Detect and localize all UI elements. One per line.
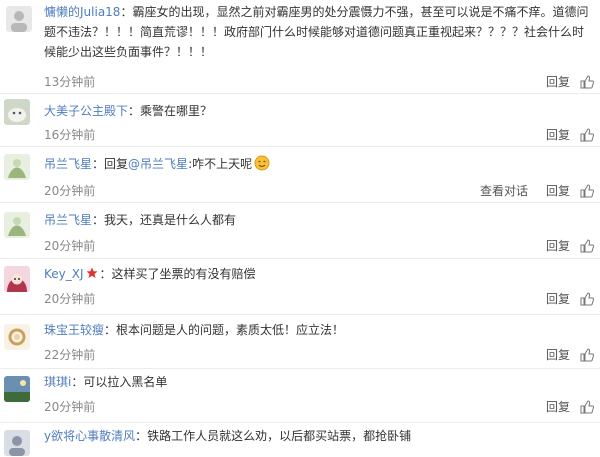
comment-username[interactable]: Key_XJ [44, 267, 84, 281]
username-separator: ： [135, 429, 148, 443]
comment-item: 吊兰飞星：回复@吊兰飞星:咋不上天呢 20分钟前 查看对话 回复 [0, 146, 600, 203]
comment-username[interactable]: 吊兰飞星 [44, 213, 92, 227]
comment-text: 根本问题是人的问题，素质太低！应立法！ [116, 323, 345, 337]
comment-time: 20分钟前 [44, 292, 96, 306]
comment-item: 珠宝王较瘦：根本问题是人的问题，素质太低！应立法！ 22分钟前 回复 [0, 314, 600, 369]
comment-list: 慵懒的Julia18：霸座女的出现，显然之前对霸座男的处分震慑力不强，甚至可以说… [0, 0, 600, 457]
comment-text: :咋不上天呢 [188, 157, 253, 171]
username-separator: ： [128, 104, 141, 118]
username-separator: ： [104, 323, 117, 337]
avatar[interactable] [4, 266, 30, 292]
reply-button[interactable]: 回复 [546, 346, 570, 363]
avatar[interactable] [4, 154, 30, 180]
username-separator: ： [92, 157, 105, 171]
comment-time: 13分钟前 [44, 75, 96, 89]
avatar[interactable] [4, 99, 30, 125]
comment-text: 乘警在哪里？ [140, 104, 213, 118]
comment-username[interactable]: y欲将心事散清风 [44, 429, 135, 443]
like-icon[interactable] [580, 347, 595, 362]
avatar[interactable] [6, 6, 32, 32]
comment-username[interactable]: 大美子公主殿下 [44, 104, 128, 118]
reply-button[interactable]: 回复 [546, 237, 570, 254]
view-conversation-button[interactable]: 查看对话 [480, 182, 528, 199]
comment-text: 可以拉入黑名单 [83, 375, 168, 389]
username-separator: ： [71, 375, 84, 389]
like-icon[interactable] [580, 291, 595, 306]
comment-item: 琪琪i：可以拉入黑名单 20分钟前 回复 [0, 368, 600, 423]
like-icon[interactable] [580, 74, 595, 89]
comment-item: 大美子公主殿下：乘警在哪里？ 16分钟前 回复 [0, 93, 600, 147]
reply-button[interactable]: 回复 [546, 182, 570, 199]
like-icon[interactable] [580, 238, 595, 253]
reply-button[interactable]: 回复 [546, 398, 570, 415]
comment-item: Key_XJ ：这样买了坐票的有没有赔偿 20分钟前 回复 [0, 258, 600, 315]
comment-item: 吊兰飞星：我天，还真是什么人都有 20分钟前 回复 [0, 202, 600, 259]
comment-item: 慵懒的Julia18：霸座女的出现，显然之前对霸座男的处分震慑力不强，甚至可以说… [0, 0, 600, 94]
comment-username[interactable]: 慵懒的Julia18 [44, 5, 120, 19]
like-icon[interactable] [580, 183, 595, 198]
comment-username[interactable]: 琪琪i [44, 375, 71, 389]
reply-button[interactable]: 回复 [546, 290, 570, 307]
comment-time: 22分钟前 [44, 348, 96, 362]
like-icon[interactable] [580, 399, 595, 414]
comment-time: 20分钟前 [44, 239, 96, 253]
comment-time: 20分钟前 [44, 400, 96, 414]
like-icon[interactable] [580, 127, 595, 142]
reply-prefix: 回复 [104, 157, 129, 171]
avatar[interactable] [4, 430, 30, 456]
comment-username[interactable]: 珠宝王较瘦 [44, 323, 104, 337]
vip-badge-icon [86, 265, 98, 278]
comment-time: 16分钟前 [44, 128, 96, 142]
comment-username[interactable]: 吊兰飞星 [44, 157, 92, 171]
avatar[interactable] [4, 376, 30, 402]
username-separator: ： [99, 267, 112, 281]
avatar[interactable] [4, 212, 30, 238]
comment-item: y欲将心事散清风：铁路工作人员就这么劝，以后都买站票，都抢卧铺 [0, 422, 600, 457]
emoji-icon [254, 155, 270, 171]
comment-text: 这样买了坐票的有没有赔偿 [111, 267, 256, 281]
username-separator: ： [92, 213, 105, 227]
mention-link[interactable]: @吊兰飞星 [128, 157, 188, 171]
comment-text: 我天，还真是什么人都有 [104, 213, 237, 227]
reply-button[interactable]: 回复 [546, 126, 570, 143]
username-separator: ： [120, 5, 133, 19]
comment-time: 20分钟前 [44, 184, 96, 198]
comment-text: 铁路工作人员就这么劝，以后都买站票，都抢卧铺 [147, 429, 412, 443]
avatar[interactable] [4, 324, 30, 350]
reply-button[interactable]: 回复 [546, 73, 570, 90]
